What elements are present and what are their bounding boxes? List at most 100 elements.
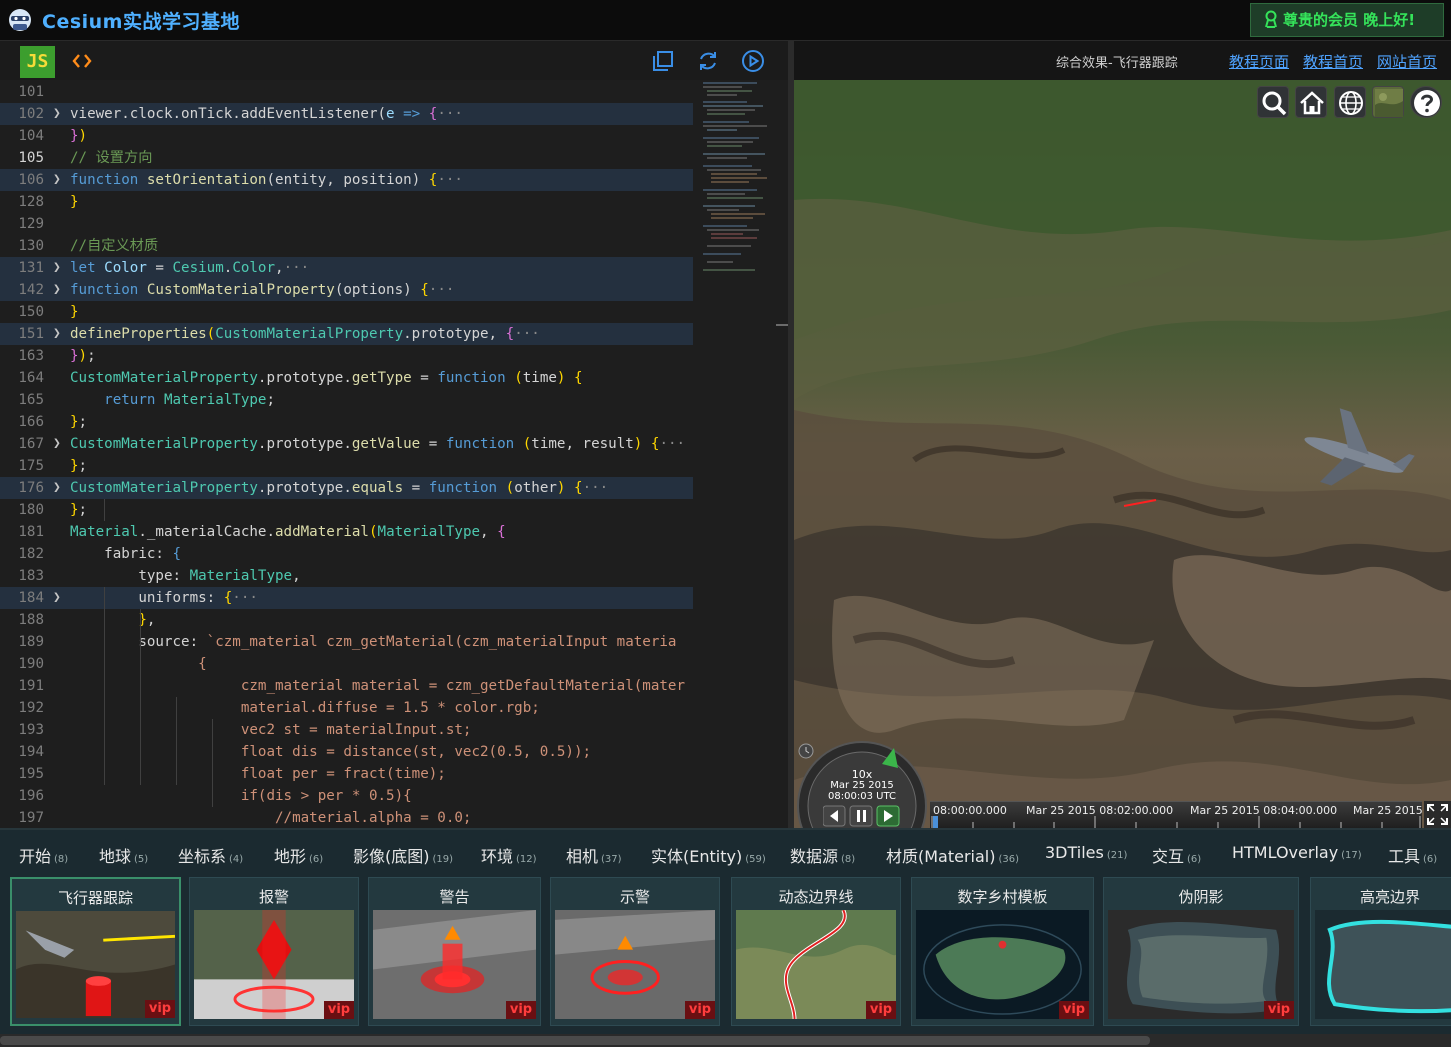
example-card[interactable]: 示警 vip [550,877,720,1026]
tutorial-page-link[interactable]: 教程页面 [1229,51,1289,72]
category-tab[interactable]: 环境 (12) [481,843,537,867]
card-strip-scrollbar-thumb[interactable] [0,1036,1150,1045]
code-line[interactable]: 130 //自定义材质 [0,235,693,257]
code-text: fabric: { [70,546,182,562]
cesium-globe-view[interactable] [794,80,1451,828]
category-tab[interactable]: 3DTiles (21) [1045,843,1127,862]
category-tab[interactable]: 实体(Entity) (59) [651,843,766,867]
code-line[interactable]: 105 // 设置方向 [0,147,693,169]
editor-scrollbar[interactable] [776,80,788,828]
pause-icon [857,810,860,822]
code-line[interactable]: 197 //material.alpha = 0.0; [0,807,693,828]
fold-chevron-icon[interactable]: ❯ [53,433,65,455]
card-strip-scrollbar[interactable] [0,1034,1451,1047]
line-number: 165 [18,392,44,408]
code-line[interactable]: 128} [0,191,693,213]
timeline-needle[interactable] [933,816,938,828]
code-icon[interactable] [70,49,94,73]
fold-chevron-icon[interactable]: ❯ [53,477,65,499]
category-tab[interactable]: 坐标系 (4) [178,843,243,867]
fold-chevron-icon[interactable]: ❯ [53,257,65,279]
code-line[interactable]: 106 ❯ function setOrientation(entity, posi… [0,169,693,191]
fold-chevron-icon[interactable]: ❯ [53,279,65,301]
category-tab[interactable]: HTMLOverlay (17) [1232,843,1362,862]
help-button[interactable] [1410,86,1442,118]
code-line[interactable]: 101 [0,81,693,103]
category-tab-count: (19) [432,854,454,865]
code-line[interactable]: 142 ❯ function CustomMaterialProperty(opti… [0,279,693,301]
editor-scrollbar-thumb[interactable] [776,324,788,326]
run-icon[interactable] [741,49,765,73]
code-line[interactable]: 131 ❯ let Color = Cesium.Color,··· [0,257,693,279]
fold-chevron-icon[interactable]: ❯ [53,169,65,191]
line-number: 196 [18,788,44,804]
category-tab[interactable]: 影像(底图) (19) [353,843,453,867]
line-number: 142 [18,282,44,298]
category-tab-label: 数据源 [790,847,839,866]
category-tab[interactable]: 地球 (5) [99,843,148,867]
example-card[interactable]: 高亮边界 [1310,877,1451,1026]
example-card[interactable]: 报警 vip [189,877,359,1026]
example-card[interactable]: 飞行器跟踪 vip [10,877,181,1026]
site-home-link[interactable]: 网站首页 [1377,51,1437,72]
code-line[interactable]: 166}; [0,411,693,433]
base-layer-picker-button[interactable] [1372,86,1404,118]
code-line[interactable]: 181 Material._materialCache.addMaterial(M… [0,521,693,543]
fold-chevron-icon[interactable]: ❯ [53,587,65,609]
code-line[interactable]: 176 ❯ CustomMaterialProperty.prototype.equ… [0,477,693,499]
code-line[interactable]: 104}) [0,125,693,147]
code-line[interactable]: 175}; [0,455,693,477]
code-line[interactable]: 196 if(dis > per * 0.5){ [0,785,693,807]
top-header: Cesium实战学习基地 尊贵的会员 晚上好! [0,0,1451,41]
code-text: viewer.clock.onTick.addEventListener(e =… [70,106,463,122]
category-tab[interactable]: 数据源 (8) [790,843,855,867]
category-tab[interactable]: 材质(Material) (36) [886,843,1019,867]
animation-time: 08:00:03 UTC [828,791,896,802]
code-editor[interactable]: 101 102 ❯ viewer.clock.onTick.addEventListe… [0,80,788,828]
home-button[interactable] [1295,86,1327,118]
code-line[interactable]: 150} [0,301,693,323]
code-line[interactable]: 163}); [0,345,693,367]
code-line[interactable]: 102 ❯ viewer.clock.onTick.addEventListener… [0,103,693,125]
search-button[interactable] [1257,86,1289,118]
tutorial-home-link[interactable]: 教程首页 [1303,51,1363,72]
code-line[interactable]: 182 fabric: { [0,543,693,565]
line-number: 129 [18,216,44,232]
app-title[interactable]: Cesium实战学习基地 [42,7,240,34]
fold-chevron-icon[interactable]: ❯ [53,323,65,345]
example-card[interactable]: 动态边界线 vip [731,877,901,1026]
category-tab[interactable]: 工具 (6) [1388,843,1437,867]
pause-button[interactable] [849,805,873,827]
code-line[interactable]: 129 [0,213,693,235]
example-card[interactable]: 警告 vip [368,877,541,1026]
example-card[interactable]: 数字乡村模板 vip [911,877,1094,1026]
example-card-title: 动态边界线 [778,888,854,906]
copy-icon[interactable] [651,49,675,73]
example-card[interactable]: 伪阴影 vip [1103,877,1299,1026]
mascot-logo-icon[interactable] [6,6,34,34]
member-greeting-button[interactable]: 尊贵的会员 晚上好! [1250,3,1444,37]
js-language-badge[interactable]: JS [20,46,55,78]
code-line[interactable]: 165 return MaterialType; [0,389,693,411]
category-tab-label: 开始 [19,847,52,866]
category-tab[interactable]: 地形 (6) [274,843,323,867]
code-text: } [70,194,79,210]
line-number: 101 [18,84,44,100]
timeline-bar[interactable]: 08:00:00.000 Mar 25 2015 08:02:00.000 Ma… [930,801,1423,828]
code-line[interactable]: 183 type: MaterialType, [0,565,693,587]
example-card-title: 报警 [258,888,289,906]
line-number: 151 [18,326,44,342]
code-line[interactable]: 164 CustomMaterialProperty.prototype.getT… [0,367,693,389]
refresh-icon[interactable] [696,49,720,73]
code-text: CustomMaterialProperty.prototype.equals … [70,480,609,496]
category-tab[interactable]: 交互 (6) [1152,843,1201,867]
category-tab[interactable]: 开始 (8) [19,843,68,867]
scene-mode-button[interactable] [1334,86,1366,118]
code-minimap[interactable] [697,80,773,290]
fold-chevron-icon[interactable]: ❯ [53,103,65,125]
fullscreen-button[interactable] [1424,801,1451,828]
code-line[interactable]: 151 ❯ defineProperties(CustomMaterialPrope… [0,323,693,345]
code-line[interactable]: 167 ❯ CustomMaterialProperty.prototype.get… [0,433,693,455]
home-icon [1300,91,1324,115]
category-tab[interactable]: 相机 (37) [566,843,622,867]
